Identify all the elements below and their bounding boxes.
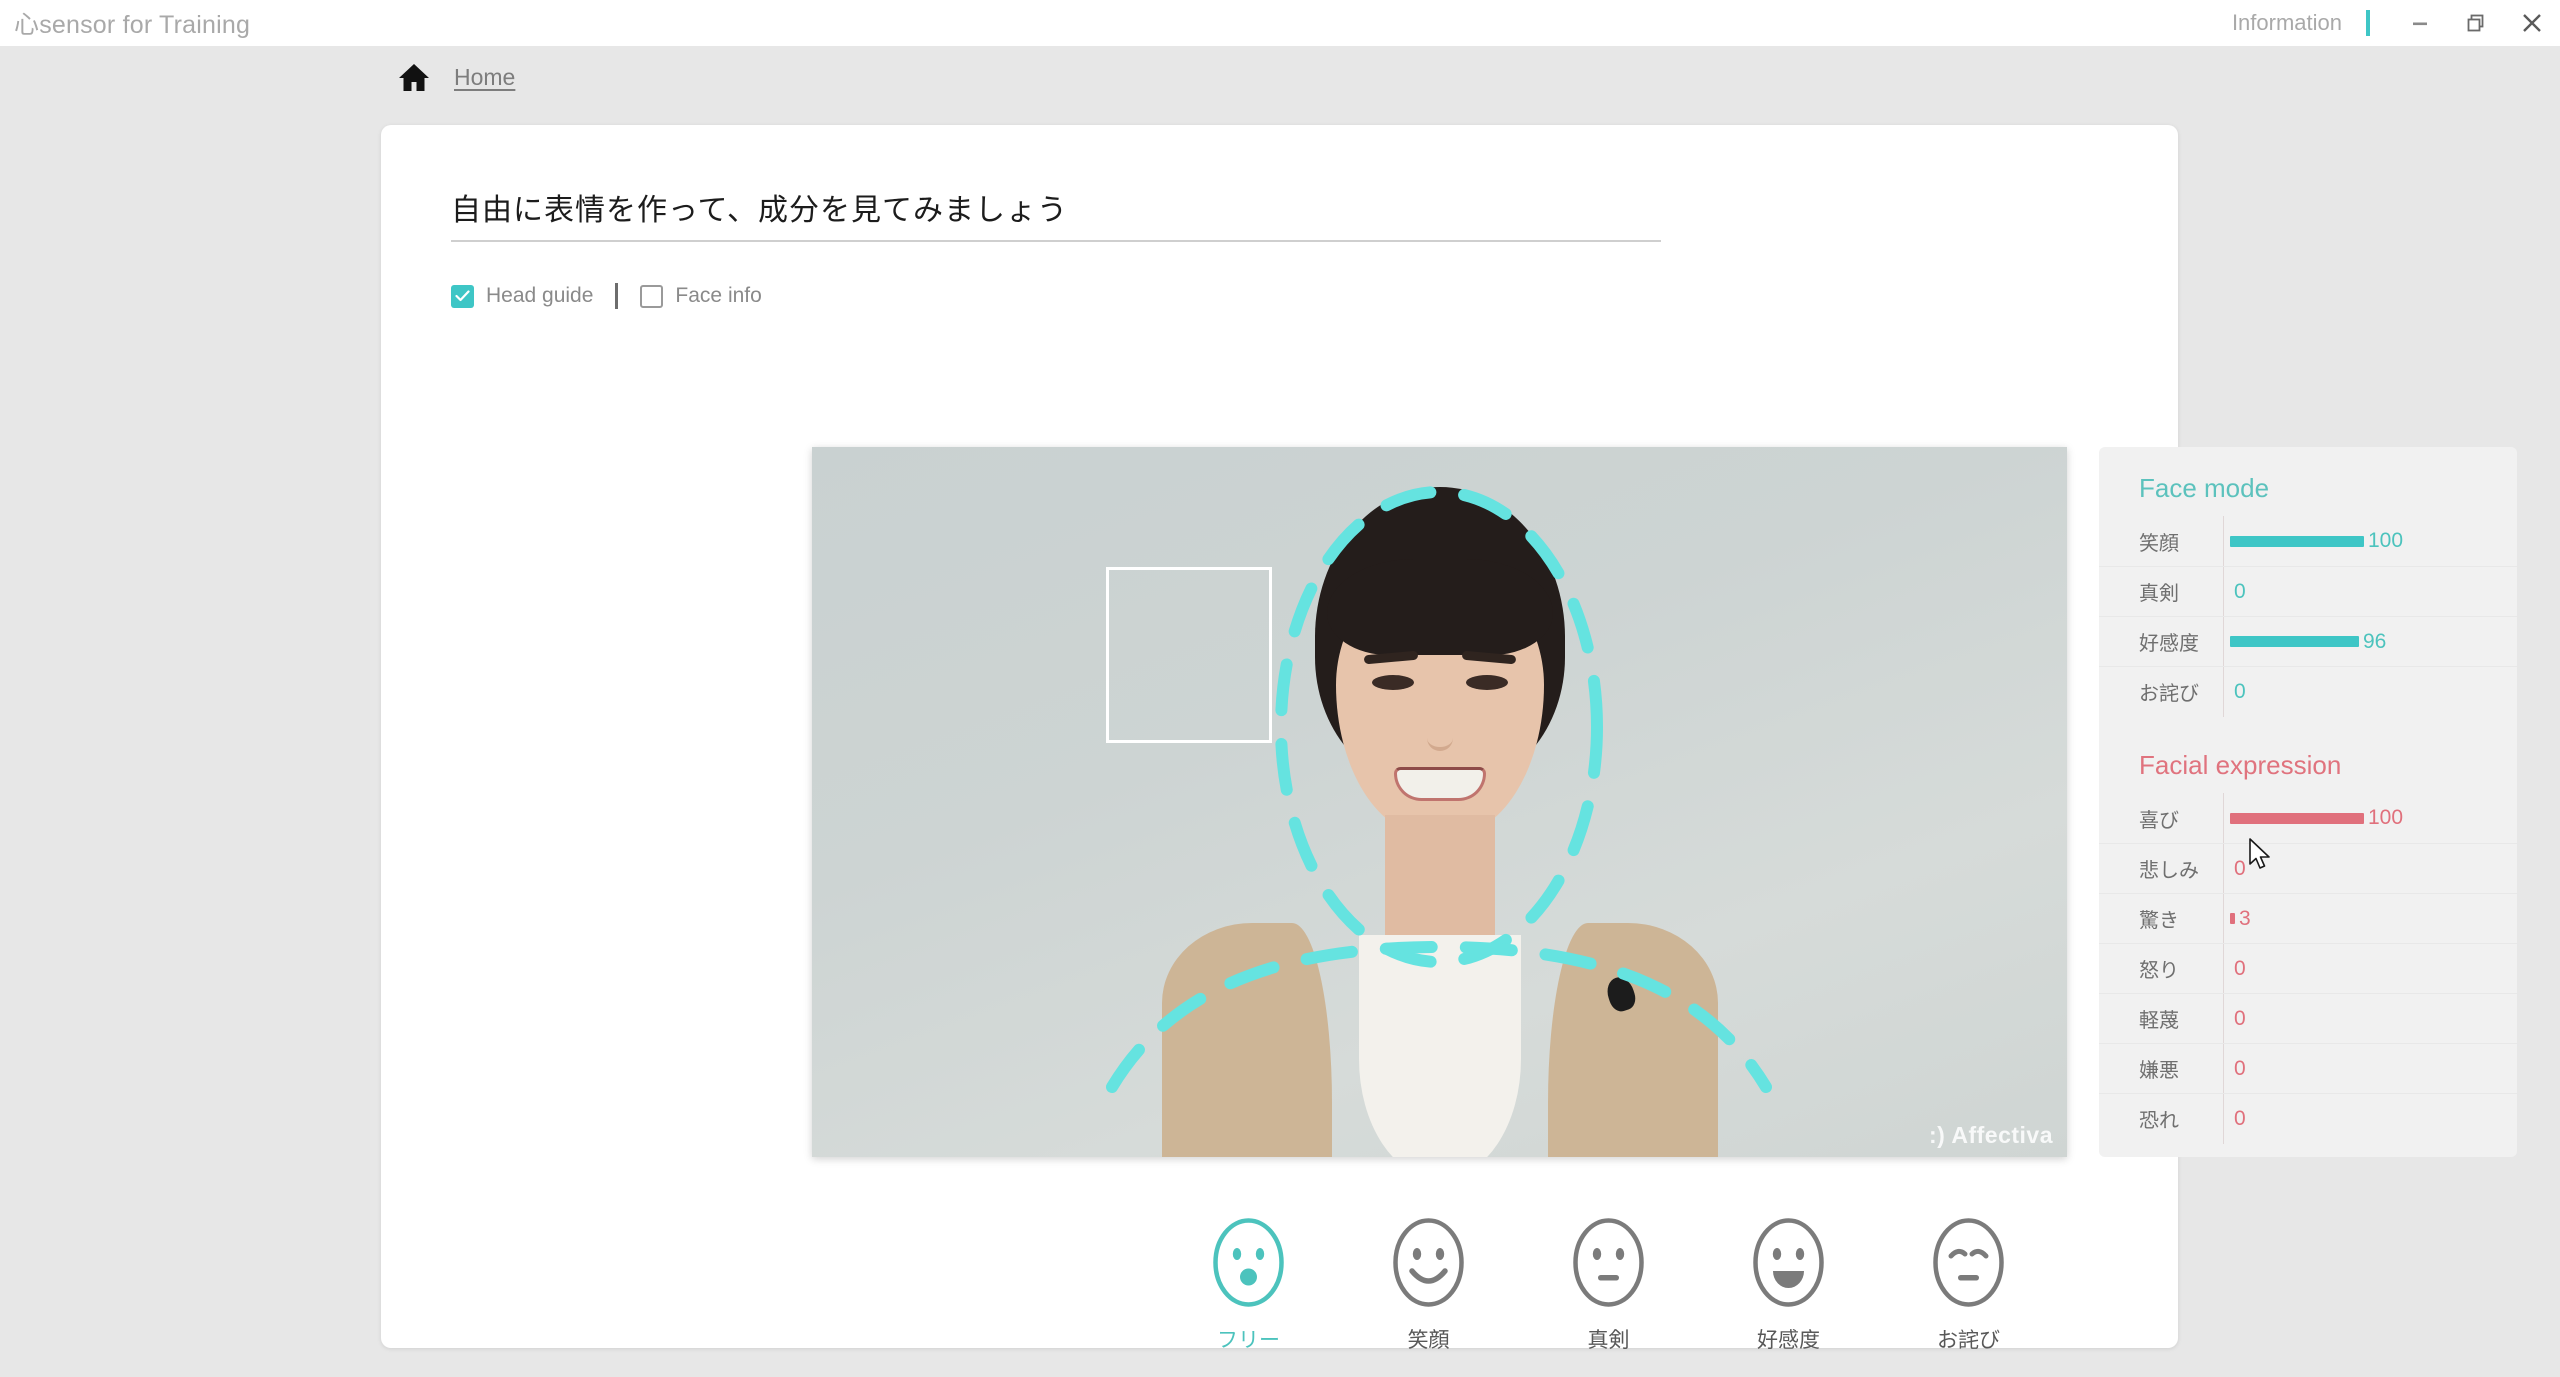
home-icon[interactable] — [398, 62, 430, 92]
metric-value: 0 — [2234, 579, 2246, 603]
metric-label: 軽蔑 — [2139, 1010, 2179, 1032]
minimize-button[interactable] — [2392, 0, 2448, 46]
metric-label: お詫び — [2139, 683, 2199, 705]
metric-row: 恐れ 0 — [2099, 1093, 2517, 1144]
mode-button-likeability[interactable]: 好感度 — [1741, 1215, 1836, 1354]
metric-label: 恐れ — [2139, 1110, 2179, 1132]
close-icon — [2519, 10, 2545, 36]
metric-row: 驚き 3 — [2099, 893, 2517, 944]
mode-button-apology[interactable]: お詫び — [1921, 1215, 2016, 1354]
metric-label: 嫌悪 — [2139, 1060, 2179, 1082]
metric-value: 96 — [2363, 629, 2387, 653]
metric-value: 0 — [2234, 1056, 2246, 1080]
results-panel: Face mode 笑顔 100 真剣 0 好感度 96 お詫び 0 Facia… — [2099, 447, 2517, 1157]
checkbox-head-guide[interactable]: Head guide — [451, 284, 593, 308]
metric-label: 笑顔 — [2139, 532, 2179, 555]
metric-row: 喜び 100 — [2099, 793, 2517, 843]
metric-row: 悲しみ 0 — [2099, 843, 2517, 894]
page-title: 自由に表情を作って、成分を見てみましょう — [451, 194, 1068, 227]
close-button[interactable] — [2504, 0, 2560, 46]
information-link[interactable]: Information — [2214, 10, 2360, 36]
metric-value: 0 — [2234, 1106, 2246, 1130]
metric-value: 100 — [2368, 529, 2404, 552]
metric-row: 真剣 0 — [2099, 566, 2517, 617]
metric-bar-area: 0 — [2223, 1093, 2517, 1144]
mode-label: お詫び — [1937, 1329, 2000, 1352]
title-divider — [451, 240, 1661, 242]
face-apology-icon — [1921, 1215, 2016, 1310]
metric-label: 喜び — [2139, 809, 2179, 832]
breadcrumb: Home — [398, 62, 515, 92]
metric-bar — [2230, 535, 2364, 547]
mode-button-smile[interactable]: 笑顔 — [1381, 1215, 1476, 1354]
metric-row: 怒り 0 — [2099, 943, 2517, 994]
face-detection-box — [1106, 567, 1272, 743]
mode-label: 好感度 — [1757, 1329, 1820, 1352]
options-divider — [615, 283, 619, 309]
metric-value: 0 — [2234, 956, 2246, 980]
window-titlebar: 心sensor for Training Information — [0, 0, 2560, 46]
metric-bar-area: 0 — [2223, 666, 2517, 717]
face-surprised-icon — [1201, 1215, 1296, 1310]
metric-value: 100 — [2368, 806, 2404, 829]
camera-preview[interactable]: :) Affectiva — [812, 447, 2067, 1157]
face-mode-title: Face mode — [2139, 473, 2270, 503]
metric-bar-area: 3 — [2223, 893, 2517, 944]
home-link[interactable]: Home — [454, 64, 515, 91]
head-guide-checkbox-box[interactable] — [451, 284, 474, 308]
metric-label: 驚き — [2139, 910, 2179, 932]
metric-value: 3 — [2239, 906, 2251, 930]
metric-bar-area: 100 — [2223, 516, 2517, 566]
metric-bar-area: 0 — [2223, 943, 2517, 994]
metric-label: 好感度 — [2139, 633, 2199, 655]
metric-bar — [2230, 636, 2359, 647]
metric-bar — [2230, 812, 2364, 824]
metric-label: 怒り — [2139, 960, 2179, 982]
mode-button-free[interactable]: フリー — [1201, 1215, 1296, 1354]
metric-bar-area: 96 — [2223, 616, 2517, 667]
camera-feed: :) Affectiva — [812, 447, 2067, 1157]
mode-label: 笑顔 — [1407, 1329, 1450, 1352]
titlebar-separator — [2366, 10, 2370, 36]
metric-row: 笑顔 100 — [2099, 516, 2517, 566]
mode-selector: フリー 笑顔 真剣 好感度 お詫び — [1201, 1215, 2016, 1354]
metric-value: 0 — [2234, 856, 2246, 880]
mouse-cursor — [2248, 838, 2274, 879]
metric-bar-area: 0 — [2223, 566, 2517, 617]
head-guide-label: Head guide — [486, 284, 594, 307]
metric-bar — [2230, 913, 2235, 924]
face-mode-metrics: 笑顔 100 真剣 0 好感度 96 お詫び 0 — [2099, 516, 2517, 717]
metric-bar-area: 0 — [2223, 993, 2517, 1044]
restore-icon — [2464, 11, 2488, 35]
face-neutral-icon — [1561, 1215, 1656, 1310]
head-guide-overlay — [1106, 486, 1772, 1093]
face-info-checkbox-box[interactable] — [640, 284, 664, 308]
face-info-label: Face info — [675, 284, 762, 307]
app-title: 心sensor for Training — [14, 11, 251, 39]
metric-label: 真剣 — [2139, 583, 2179, 605]
titlebar-controls: Information — [2214, 0, 2560, 46]
metric-bar-area: 100 — [2223, 793, 2517, 843]
restore-button[interactable] — [2448, 0, 2504, 46]
face-smile-icon — [1381, 1215, 1476, 1310]
metric-bar-area: 0 — [2223, 1043, 2517, 1094]
metric-row: お詫び 0 — [2099, 666, 2517, 717]
minimize-icon — [2409, 12, 2431, 34]
mode-button-serious[interactable]: 真剣 — [1561, 1215, 1656, 1354]
affectiva-watermark: :) Affectiva — [1929, 1122, 2053, 1148]
mode-label: 真剣 — [1587, 1329, 1630, 1352]
face-open-smile-icon — [1741, 1215, 1836, 1310]
facial-expression-title: Facial expression — [2139, 750, 2342, 780]
metric-value: 0 — [2234, 679, 2246, 703]
metric-row: 嫌悪 0 — [2099, 1043, 2517, 1094]
facial-expression-metrics: 喜び 100 悲しみ 0 驚き 3 怒り 0 軽蔑 0 嫌悪 0 恐れ 0 — [2099, 793, 2517, 1144]
metric-value: 0 — [2234, 1006, 2246, 1030]
metric-row: 軽蔑 0 — [2099, 993, 2517, 1044]
metric-row: 好感度 96 — [2099, 616, 2517, 667]
content-card: 自由に表情を作って、成分を見てみましょう Head guide Face inf… — [381, 125, 2517, 1352]
mode-label: フリー — [1217, 1329, 1280, 1352]
checkbox-face-info[interactable]: Face info — [640, 284, 762, 308]
metric-label: 悲しみ — [2139, 860, 2199, 882]
display-options: Head guide Face info — [451, 283, 762, 309]
